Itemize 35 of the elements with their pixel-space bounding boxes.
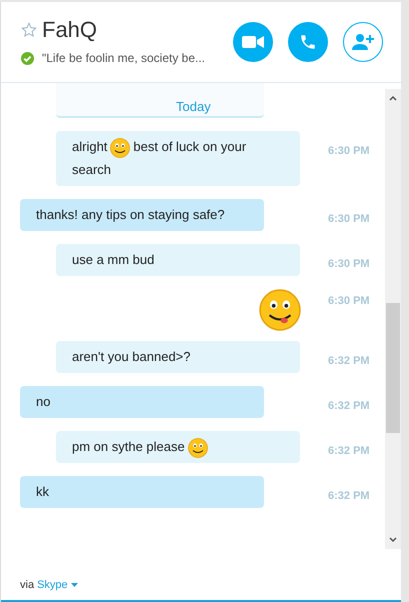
phone-icon [299,33,317,51]
message-time: 6:32 PM [328,444,370,459]
day-divider: Today [176,98,211,116]
smiley-icon [110,138,130,158]
tongue-smiley-icon [259,288,301,331]
call-button[interactable] [288,22,328,62]
service-dropdown[interactable]: Skype [37,576,78,593]
add-contact-button[interactable] [343,22,383,62]
video-camera-icon [242,35,264,49]
mood-message: "Life be foolin me, society be... [42,50,206,67]
message-text: thanks! any tips on staying safe? [36,206,225,222]
add-person-icon [351,33,375,51]
message-text: pm on sythe please [72,438,211,454]
message-time: 6:30 PM [328,212,370,227]
star-icon[interactable] [21,22,37,38]
scrollbar-thumb[interactable] [386,303,400,433]
message-text: alright best of luck on your search [72,139,246,177]
smiley-icon [188,438,208,458]
scroll-up-icon[interactable] [389,95,397,101]
message-text: kk [36,484,49,500]
via-label: via [20,578,34,592]
contact-name: FahQ [42,17,98,43]
scrollbar[interactable] [385,89,401,549]
message-text: use a mm bud [72,252,154,267]
message-time: 6:30 PM [328,294,370,309]
message-time: 6:32 PM [328,354,370,369]
message-time: 6:30 PM [328,256,370,272]
message-time: 6:32 PM [328,398,370,414]
message-text: no [36,394,50,409]
caret-icon [70,582,78,587]
video-button[interactable] [233,22,273,62]
message-text: aren't you banned>? [72,348,190,364]
scroll-down-icon[interactable] [389,537,397,543]
message-time: 6:30 PM [328,144,370,159]
message-time: 6:32 PM [328,489,370,504]
